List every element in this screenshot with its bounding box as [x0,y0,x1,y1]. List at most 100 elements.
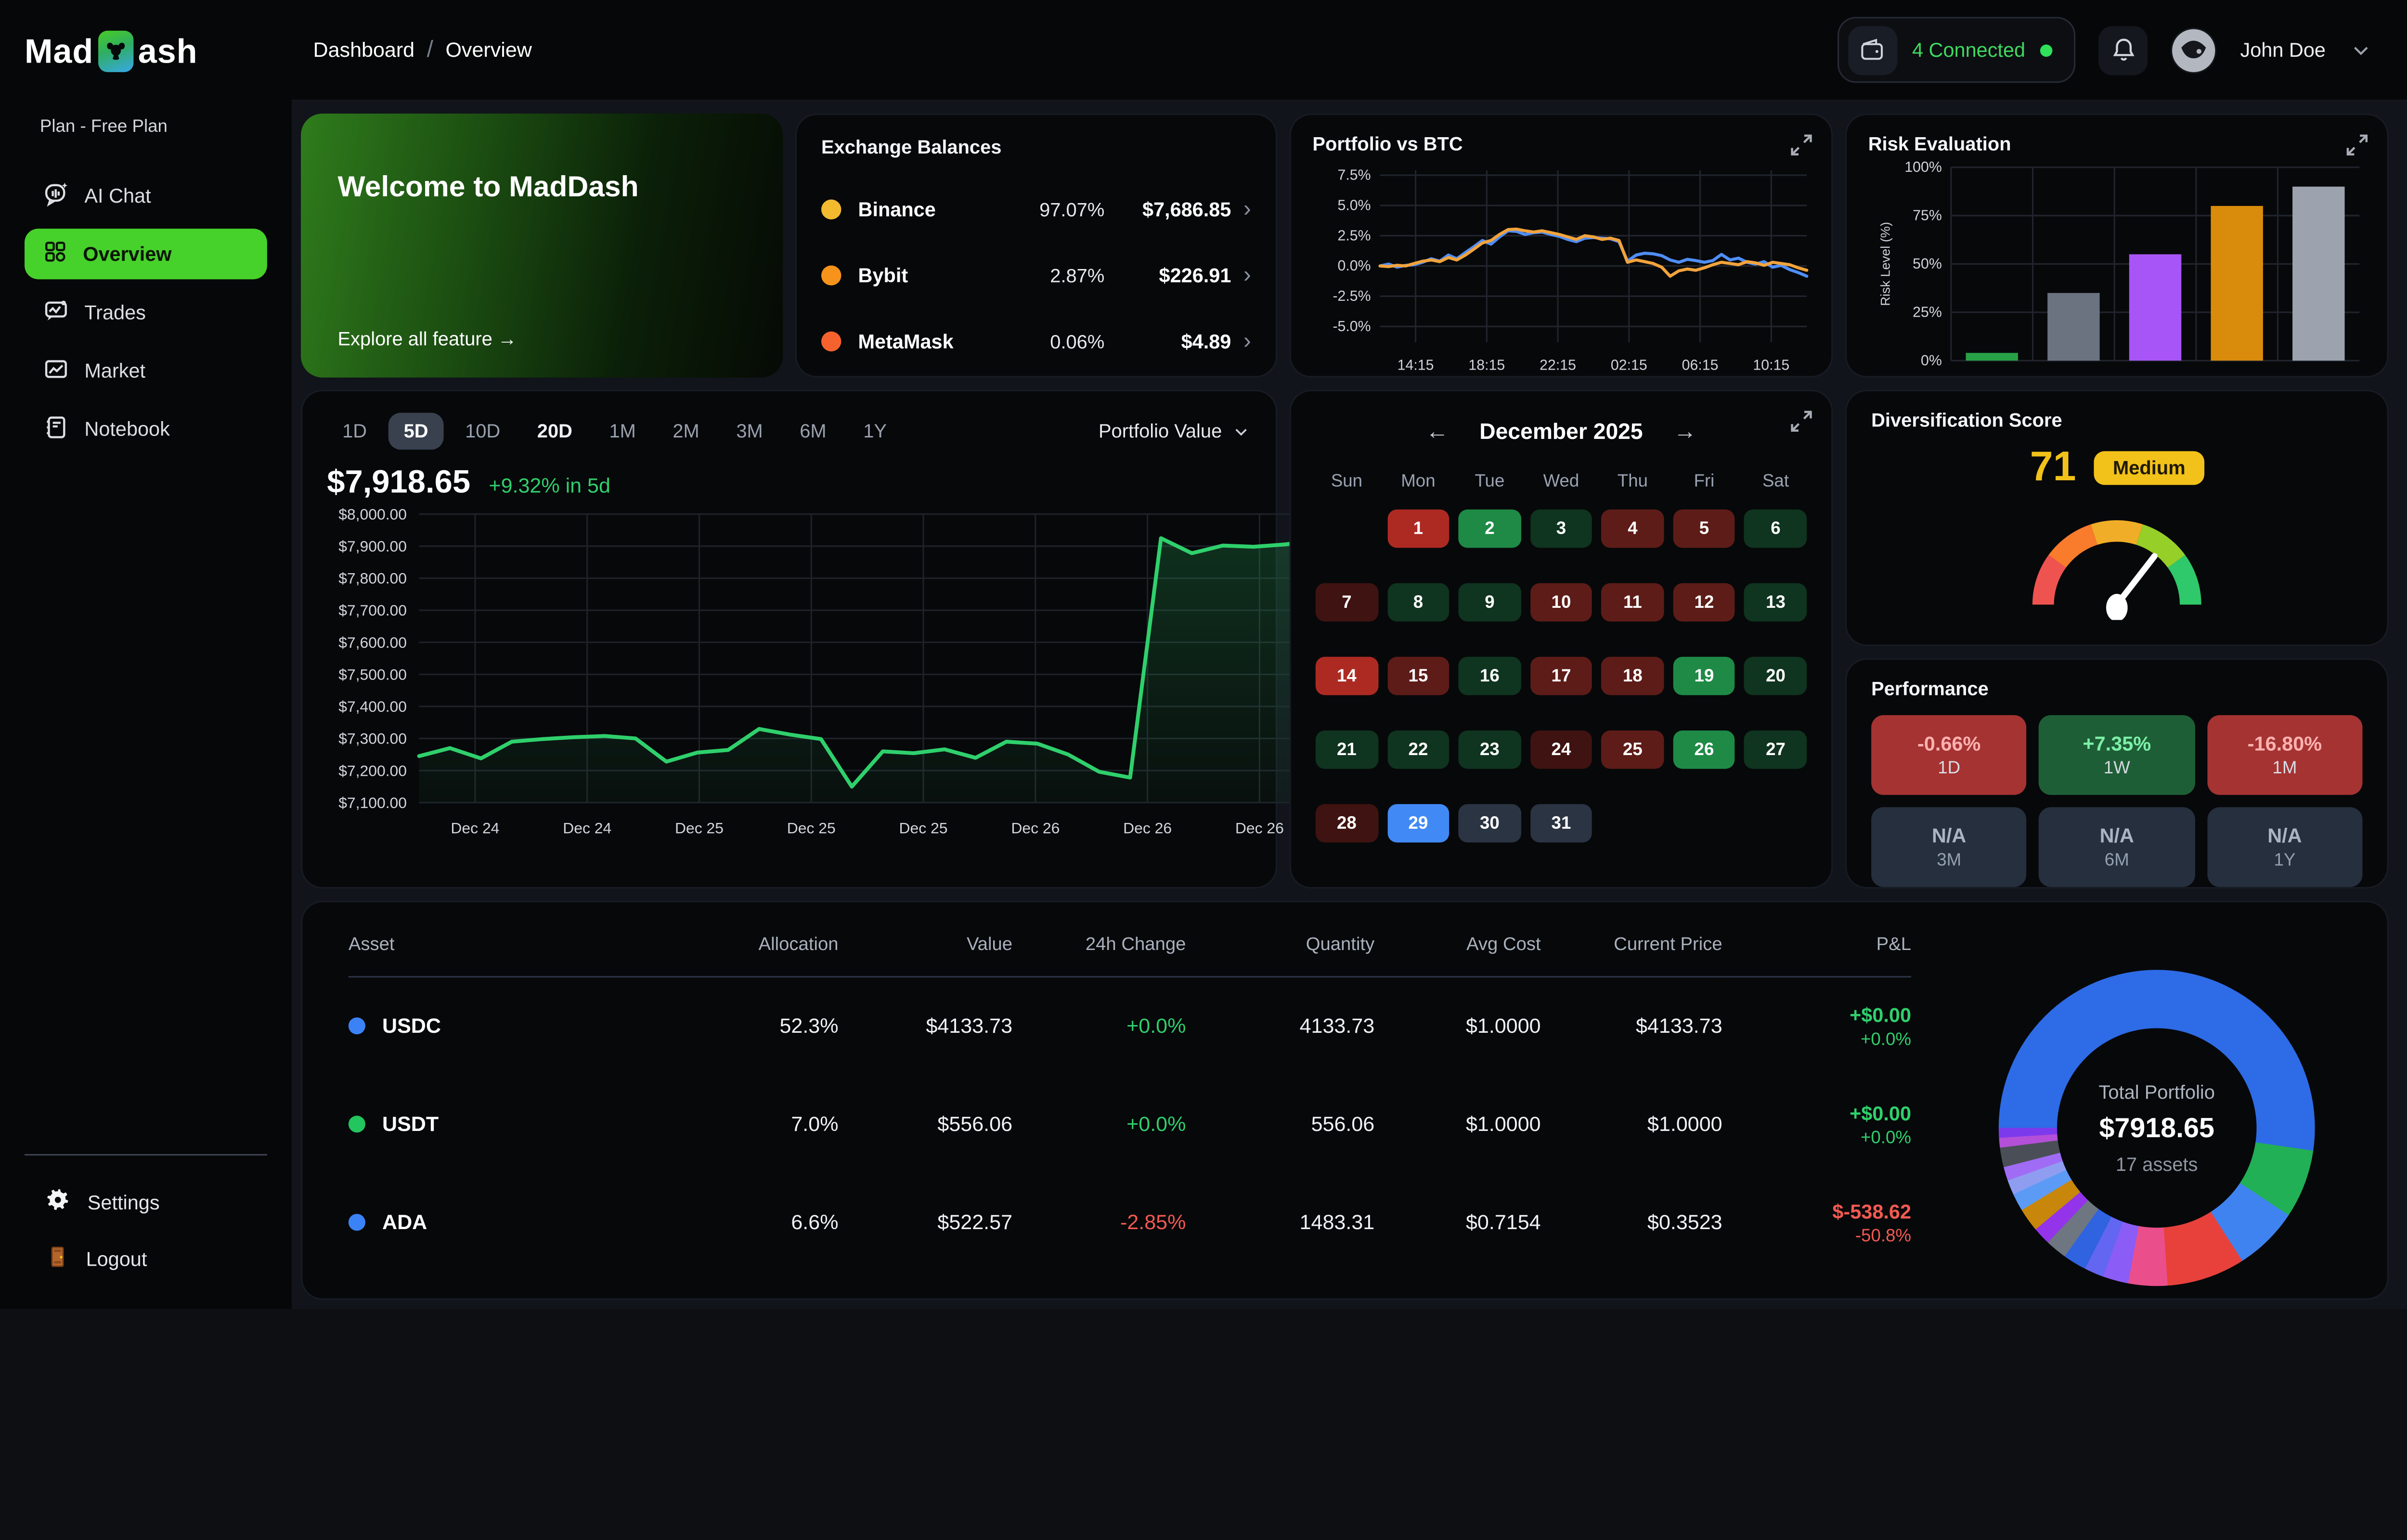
calendar-day-4[interactable]: 4 [1602,510,1664,548]
explore-features-link[interactable]: Explore all feature → [338,328,517,350]
tab-10d[interactable]: 10D [450,413,516,450]
calendar-day-10[interactable]: 10 [1530,583,1592,622]
expand-icon[interactable] [2345,133,2368,164]
exchange-row-metamask[interactable]: MetaMask0.06%$4.89› [821,308,1251,374]
svg-text:18:15: 18:15 [1468,357,1505,373]
exchange-row-bybit[interactable]: Bybit2.87%$226.91› [821,243,1251,308]
wallets-connected-button[interactable]: 4 Connected [1837,17,2076,83]
chevron-right-icon: › [1243,262,1251,288]
logout-button[interactable]: Logout [0,1231,292,1287]
expand-icon[interactable] [1790,133,1813,164]
calendar-day-1[interactable]: 1 [1387,510,1449,548]
tab-5d[interactable]: 5D [388,413,444,450]
calendar-day-5[interactable]: 5 [1673,510,1735,548]
calendar-day-30[interactable]: 30 [1459,804,1521,843]
portfolio-vs-btc-chart: 7.5%5.0%2.5%0.0%-2.5%-5.0%14:1518:1522:1… [1312,155,1819,385]
calendar-day-16[interactable]: 16 [1459,657,1521,695]
sidebar-item-trades[interactable]: Trades [25,287,267,337]
overview-grid-icon [43,239,67,269]
calendar-day-26[interactable]: 26 [1673,731,1735,769]
expand-icon[interactable] [1790,410,1813,440]
sidebar-item-overview[interactable]: Overview [25,229,267,279]
svg-text:Dec 25: Dec 25 [899,820,948,837]
column-header-24h-change: 24h Change [1012,924,1186,977]
donut-center: Total Portfolio $7918.65 17 assets [2057,1028,2257,1228]
sidebar-item-market[interactable]: Market [25,345,267,396]
column-header-quantity: Quantity [1186,924,1374,977]
tab-1y[interactable]: 1Y [848,413,902,450]
breadcrumb-dashboard[interactable]: Dashboard [313,38,415,62]
tab-1m[interactable]: 1M [594,413,651,450]
svg-text:Dec 26: Dec 26 [1235,820,1284,837]
performance-tile-1d: -0.66%1D [1871,715,2027,795]
diversification-title: Diversification Score [1871,410,2362,431]
tab-2m[interactable]: 2M [657,413,714,450]
tab-6m[interactable]: 6M [784,413,841,450]
column-header-current-price: Current Price [1541,924,1722,977]
donut-center-value: $7918.65 [2099,1112,2214,1144]
calendar-day-18[interactable]: 18 [1602,657,1664,695]
calendar-day-8[interactable]: 8 [1387,583,1449,622]
calendar-title: December 2025 [1479,420,1643,444]
table-row-ada[interactable]: ADA6.6%$522.57-2.85%1483.31$0.7154$0.352… [349,1173,1911,1271]
portfolio-vs-btc-title: Portfolio vs BTC [1312,133,1819,155]
calendar-day-25[interactable]: 25 [1602,731,1664,769]
calendar-day-27[interactable]: 27 [1745,731,1807,769]
calendar-day-14[interactable]: 14 [1316,657,1378,695]
table-row-usdc[interactable]: USDC52.3%$4133.73+0.0%4133.73$1.0000$413… [349,977,1911,1075]
calendar-day-17[interactable]: 17 [1530,657,1592,695]
calendar-day-3[interactable]: 3 [1530,510,1592,548]
tab-3m[interactable]: 3M [721,413,778,450]
exchange-balances-card: Exchange Balances Binance97.07%$7,686.85… [795,114,1277,377]
calendar-day-19[interactable]: 19 [1673,657,1735,695]
sidebar-item-notebook[interactable]: Notebook [25,404,267,454]
calendar-day-29[interactable]: 29 [1387,804,1449,843]
risk-evaluation-card: Risk Evaluation 100%75%50%25%0%Risk Leve… [1845,114,2389,377]
avatar[interactable] [2171,27,2217,73]
door-icon [46,1245,69,1274]
calendar-day-12[interactable]: 12 [1673,583,1735,622]
chevron-right-icon: › [1243,196,1251,222]
svg-text:$7,300.00: $7,300.00 [338,730,407,747]
performance-tile-6m: N/A6M [2039,807,2195,887]
calendar-day-31[interactable]: 31 [1530,804,1592,843]
calendar-day-23[interactable]: 23 [1459,731,1521,769]
svg-text:14:15: 14:15 [1398,357,1434,373]
weekday-fri: Fri [1673,473,1735,491]
table-row-usdt[interactable]: USDT7.0%$556.06+0.0%556.06$1.0000$1.0000… [349,1075,1911,1173]
calendar-day-24[interactable]: 24 [1530,731,1592,769]
notifications-button[interactable] [2099,26,2148,75]
app-logo[interactable]: Mad ash [0,0,292,72]
next-month-button[interactable]: → [1673,419,1696,445]
timeframe-tabs: 1D5D10D20D1M2M3M6M1Y Portfolio Value [327,413,1251,450]
calendar-day-7[interactable]: 7 [1316,583,1378,622]
performance-title: Performance [1871,678,2362,700]
sidebar: Mad ash Plan - Free Plan AI Chat Overvie… [0,0,292,1309]
metric-selector[interactable]: Portfolio Value [1099,421,1251,442]
svg-text:5.0%: 5.0% [1338,197,1371,213]
calendar-day-28[interactable]: 28 [1316,804,1378,843]
sidebar-item-label: Overview [83,243,171,266]
calendar-day-11[interactable]: 11 [1602,583,1664,622]
sidebar-item-ai-chat[interactable]: AI Chat [25,170,267,221]
calendar-day-15[interactable]: 15 [1387,657,1449,695]
asset-dot [349,1116,365,1132]
prev-month-button[interactable]: ← [1426,419,1449,445]
chevron-down-icon [1231,421,1251,441]
chevron-down-icon[interactable] [2349,38,2373,62]
calendar-day-22[interactable]: 22 [1387,731,1449,769]
svg-text:Dec 26: Dec 26 [1123,820,1172,837]
calendar-day-2[interactable]: 2 [1459,510,1521,548]
table-header-row: AssetAllocationValue24h ChangeQuantityAv… [349,924,1911,977]
calendar-day-9[interactable]: 9 [1459,583,1521,622]
settings-button[interactable]: Settings [0,1174,292,1231]
tab-20d[interactable]: 20D [522,413,588,450]
calendar-day-13[interactable]: 13 [1745,583,1807,622]
tab-1d[interactable]: 1D [327,413,382,450]
calendar-day-6[interactable]: 6 [1745,510,1807,548]
calendar-day-21[interactable]: 21 [1316,731,1378,769]
exchange-row-binance[interactable]: Binance97.07%$7,686.85› [821,177,1251,243]
portfolio-value: $7,918.65 [327,465,470,502]
svg-text:$7,400.00: $7,400.00 [338,698,407,715]
calendar-day-20[interactable]: 20 [1745,657,1807,695]
